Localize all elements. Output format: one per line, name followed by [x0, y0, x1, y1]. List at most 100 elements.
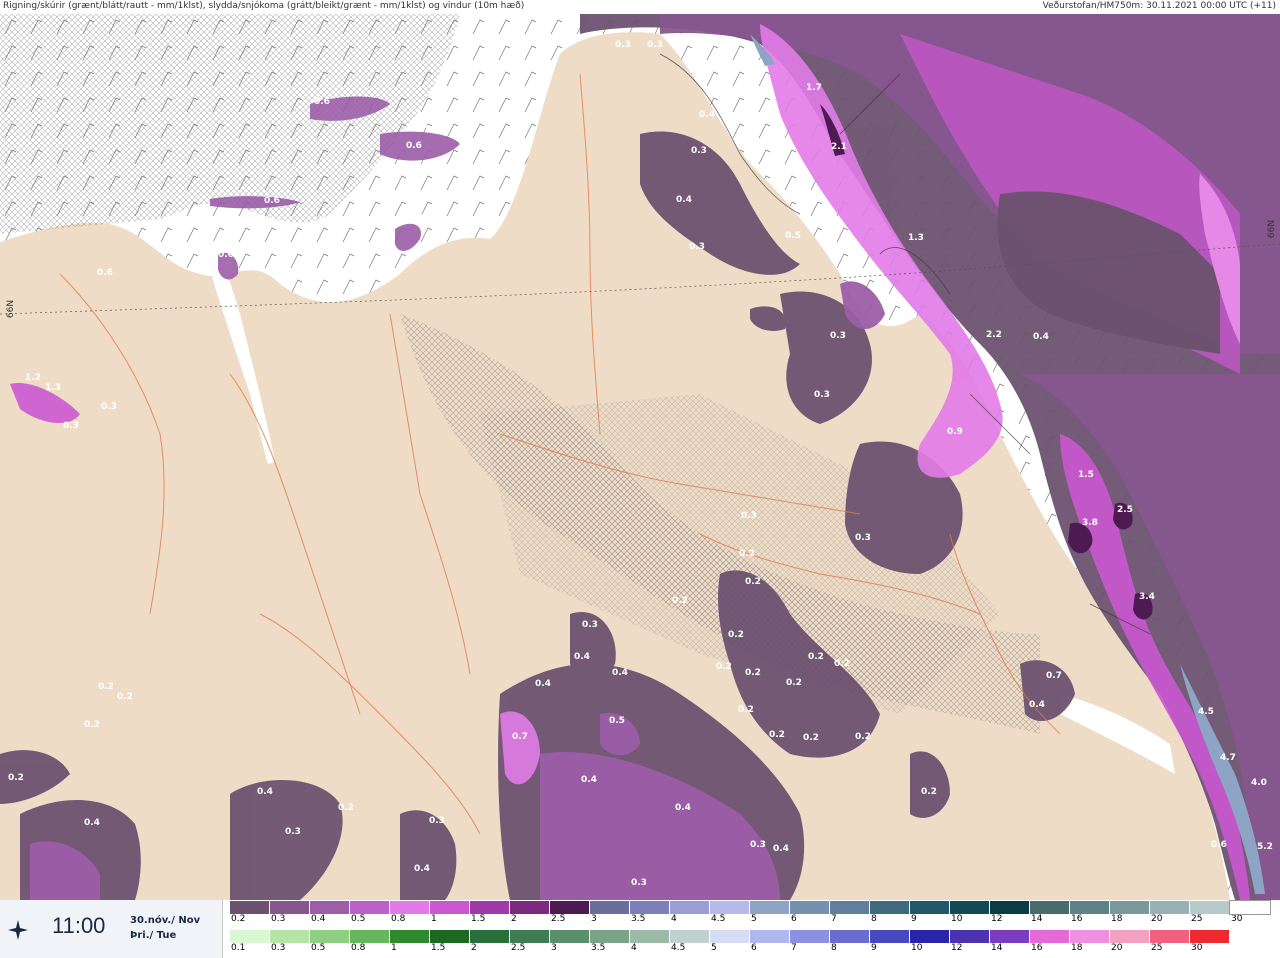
legend-rain-color: [710, 930, 750, 943]
legend-snow-label: 1.5: [471, 914, 486, 924]
legend-snow-color: [870, 901, 910, 914]
legend-snow-label: 3.5: [631, 914, 646, 924]
legend-rain-label: 7: [791, 943, 797, 953]
legend-rain-label: 10: [911, 943, 923, 953]
legend-rain-color: [830, 930, 870, 943]
latitude-label-right: 66N: [1267, 219, 1278, 239]
legend-rain-label: 0.1: [231, 943, 246, 953]
precip-value-label: 0.3: [691, 146, 707, 156]
legend-snow-swatch: 0.8: [390, 901, 430, 925]
legend-rain-color: [990, 930, 1030, 943]
legend-snow-swatch: 5: [750, 901, 790, 925]
precip-value-label: 0.4: [612, 668, 628, 678]
forecast-date: 30.nóv./ Nov: [130, 915, 201, 926]
legend-rain-label: 0.3: [271, 943, 286, 953]
forecast-weekday: Þri./ Tue: [130, 930, 177, 941]
legend-snow-label: 6: [791, 914, 797, 924]
precip-value-label: 0.7: [794, 193, 810, 203]
legend-rain-swatch: 10: [910, 930, 950, 954]
precip-value-label: 0.3: [417, 213, 433, 223]
forecast-map[interactable]: 66N 66N 0.3 0.3 1.7 0.4 0.3 2.1 0.6 0.6 0.6 0.6 0.…: [0, 14, 1280, 901]
legend-rain-label: 9: [871, 943, 877, 953]
legend-rain-swatch: 0.1: [230, 930, 270, 954]
legend-snow-swatch: 0.3: [270, 901, 310, 925]
precip-value-label: 0.2: [739, 549, 755, 559]
legend-snow-label: 4.5: [711, 914, 726, 924]
precip-value-label: 0.3: [615, 40, 631, 50]
precip-value-label: 0.4: [676, 195, 692, 205]
legend-rain-label: 4.5: [671, 943, 686, 953]
legend-rain-label: 18: [1071, 943, 1083, 953]
legend-rain-label: 2: [471, 943, 477, 953]
map-canvas: [0, 14, 1280, 901]
legend-rain-swatch: 0.5: [310, 930, 350, 954]
legend-snow-label: 16: [1071, 914, 1083, 924]
precip-value-label: 0.4: [699, 110, 715, 120]
precip-value-label: 0.3: [582, 620, 598, 630]
legend-snow-swatch: 16: [1070, 901, 1110, 925]
legend-rain-label: 8: [831, 943, 837, 953]
legend-snow-swatch: 25: [1190, 901, 1230, 925]
precip-value-label: 2.5: [1117, 505, 1133, 515]
legend-rain-swatch: 30: [1190, 930, 1230, 954]
legend-rain-swatch: 4.5: [670, 930, 710, 954]
legend-rain-label: 0.8: [351, 943, 366, 953]
precip-value-label: 0.6: [264, 196, 280, 206]
precip-value-label: 2.1: [831, 142, 847, 152]
legend-rain-swatch: 9: [870, 930, 910, 954]
time-panel[interactable]: 11:00 30.nóv./ Nov Þri./ Tue: [0, 900, 223, 958]
precip-value-label: 0.3: [631, 878, 647, 888]
precip-value-label: 0.4: [414, 864, 430, 874]
legend-rain-color: [430, 930, 470, 943]
compass-star-icon: [8, 920, 28, 940]
precip-value-label: 0.4: [84, 818, 100, 828]
legend-snow-color: [310, 901, 350, 914]
precip-value-label: 0.5: [609, 716, 625, 726]
legend-rain-color: [790, 930, 830, 943]
legend-snow-color: [590, 901, 630, 914]
legend-snow-swatch: 3.5: [630, 901, 670, 925]
precip-value-label: 0.2: [921, 787, 937, 797]
legend-snow-swatch: 1: [430, 901, 470, 925]
precip-value-label: 0.2: [716, 662, 732, 672]
legend-snow-swatch: 2: [510, 901, 550, 925]
precip-value-label: 5.2: [1257, 842, 1273, 852]
legend-rain-swatch: 3: [550, 930, 590, 954]
legend-rain-label: 0.5: [311, 943, 326, 953]
legend-snow-swatch: 18: [1110, 901, 1150, 925]
legend-rain-swatch: 2.5: [510, 930, 550, 954]
legend-rain-label: 4: [631, 943, 637, 953]
precip-value-label: 1.2: [25, 373, 41, 383]
legend-snow-color: [750, 901, 790, 914]
legend-rain-color: [1030, 930, 1070, 943]
legend-snow-color: [790, 901, 830, 914]
precip-value-label: 0.4: [574, 652, 590, 662]
precip-value-label: 3.4: [1139, 592, 1155, 602]
legend-snow-color: [270, 901, 310, 914]
legend-rain-swatch: 5: [710, 930, 750, 954]
precip-value-label: 0.4: [581, 775, 597, 785]
legend-snow-color: [1110, 901, 1150, 914]
legend-rain-swatch: 6: [750, 930, 790, 954]
legend-snow-color: [830, 901, 870, 914]
precip-value-label: 0.3: [647, 40, 663, 50]
legend-rain-color: [750, 930, 790, 943]
legend-rain-label: 6: [751, 943, 757, 953]
legend-rain-swatch: 8: [830, 930, 870, 954]
legend-rain-swatch: 1.5: [430, 930, 470, 954]
precip-value-label: 0.2: [745, 577, 761, 587]
precip-value-label: 0.4: [1029, 700, 1045, 710]
legend-rain-color: [1110, 930, 1150, 943]
legend-rain-scale: 0.1 0.3 0.5 0.8 1 1.5 2 2.5 3 3.5 4 4.5 5 6 7 8 9 10 12 14 1…: [230, 930, 1230, 954]
legend-snow-color: [1229, 900, 1271, 915]
legend-snow-swatch: 0.5: [350, 901, 390, 925]
precip-value-label: 0.6: [97, 268, 113, 278]
legend-snow-swatch: 20: [1150, 901, 1190, 925]
legend-snow-color: [630, 901, 670, 914]
legend-snow-swatch: 6: [790, 901, 830, 925]
legend-snow-swatch: 0.2: [230, 901, 270, 925]
legend-snow-label: 0.2: [231, 914, 246, 924]
legend-snow-label: 9: [911, 914, 917, 924]
legend-snow-swatch: 14: [1030, 901, 1070, 925]
legend-snow-color: [1070, 901, 1110, 914]
